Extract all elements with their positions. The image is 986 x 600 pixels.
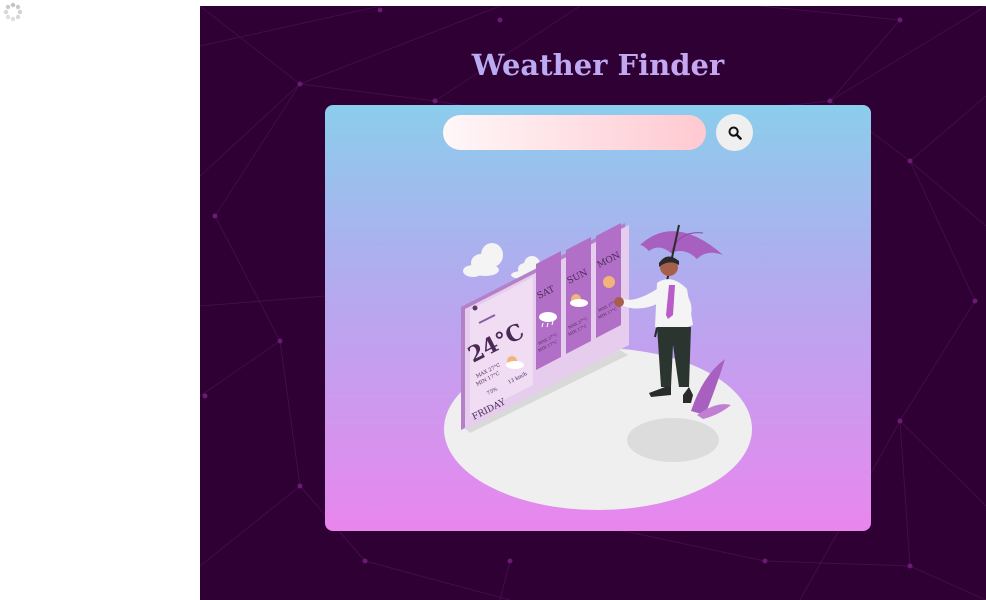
cloud-icon <box>463 243 503 277</box>
loading-spinner-icon <box>3 2 23 22</box>
sun-icon <box>603 276 615 288</box>
location-pin-icon <box>472 305 478 311</box>
search-icon <box>728 126 742 140</box>
page-title: Weather Finder <box>200 48 986 82</box>
page: Weather Finder 24°C MAX 27°C MIN 17°C 75… <box>0 0 986 600</box>
weather-card: 24°C MAX 27°C MIN 17°C 75% 13 km/h FRIDA… <box>325 105 871 531</box>
weather-illustration: 24°C MAX 27°C MIN 17°C 75% 13 km/h FRIDA… <box>444 223 752 510</box>
search-button[interactable] <box>716 114 753 151</box>
city-search-input[interactable] <box>443 115 706 150</box>
